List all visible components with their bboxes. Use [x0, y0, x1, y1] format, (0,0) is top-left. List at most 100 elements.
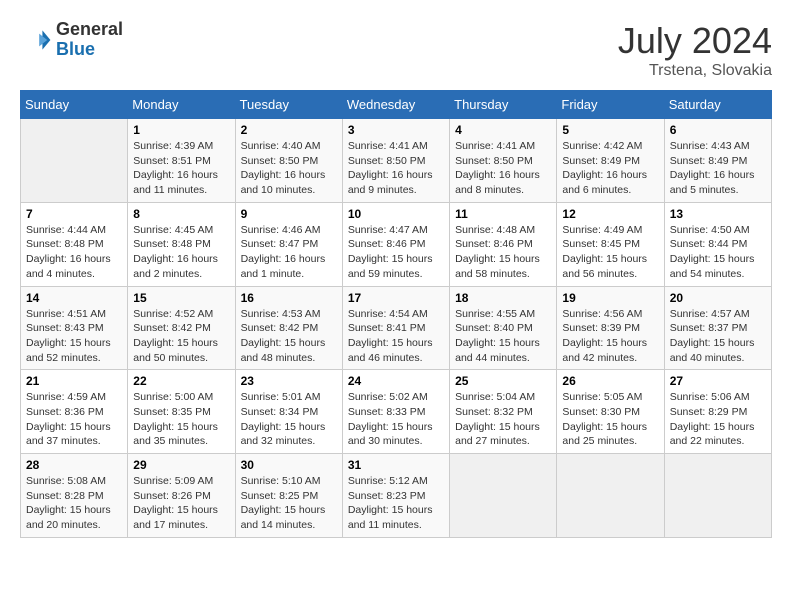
day-number: 14	[26, 291, 122, 305]
calendar-table: SundayMondayTuesdayWednesdayThursdayFrid…	[20, 90, 772, 538]
calendar-day-cell: 9 Sunrise: 4:46 AMSunset: 8:47 PMDaylight…	[235, 202, 342, 286]
day-info: Sunrise: 4:42 AMSunset: 8:49 PMDaylight:…	[562, 139, 658, 198]
day-number: 19	[562, 291, 658, 305]
calendar-day-cell: 22 Sunrise: 5:00 AMSunset: 8:35 PMDayligh…	[128, 370, 235, 454]
day-number: 31	[348, 458, 444, 472]
day-info: Sunrise: 4:45 AMSunset: 8:48 PMDaylight:…	[133, 223, 229, 282]
title-section: July 2024 Trstena, Slovakia	[618, 20, 772, 80]
calendar-day-cell: 2 Sunrise: 4:40 AMSunset: 8:50 PMDaylight…	[235, 119, 342, 203]
day-info: Sunrise: 4:51 AMSunset: 8:43 PMDaylight:…	[26, 307, 122, 366]
day-number: 22	[133, 374, 229, 388]
day-number: 11	[455, 207, 551, 221]
day-info: Sunrise: 5:04 AMSunset: 8:32 PMDaylight:…	[455, 390, 551, 449]
day-info: Sunrise: 4:57 AMSunset: 8:37 PMDaylight:…	[670, 307, 766, 366]
calendar-day-cell: 27 Sunrise: 5:06 AMSunset: 8:29 PMDayligh…	[664, 370, 771, 454]
calendar-day-cell: 25Sunrise: 5:04 AMSunset: 8:32 PMDayligh…	[450, 370, 557, 454]
calendar-day-cell: 13 Sunrise: 4:50 AMSunset: 8:44 PMDayligh…	[664, 202, 771, 286]
calendar-day-cell: 5 Sunrise: 4:42 AMSunset: 8:49 PMDaylight…	[557, 119, 664, 203]
weekday-header-tuesday: Tuesday	[235, 91, 342, 119]
day-number: 23	[241, 374, 337, 388]
day-number: 2	[241, 123, 337, 137]
day-number: 6	[670, 123, 766, 137]
calendar-day-cell: 10Sunrise: 4:47 AMSunset: 8:46 PMDayligh…	[342, 202, 449, 286]
calendar-week-row: 1 Sunrise: 4:39 AMSunset: 8:51 PMDaylight…	[21, 119, 772, 203]
day-info: Sunrise: 4:52 AMSunset: 8:42 PMDaylight:…	[133, 307, 229, 366]
day-info: Sunrise: 5:02 AMSunset: 8:33 PMDaylight:…	[348, 390, 444, 449]
calendar-week-row: 21 Sunrise: 4:59 AMSunset: 8:36 PMDayligh…	[21, 370, 772, 454]
calendar-day-cell: 24 Sunrise: 5:02 AMSunset: 8:33 PMDayligh…	[342, 370, 449, 454]
day-info: Sunrise: 5:00 AMSunset: 8:35 PMDaylight:…	[133, 390, 229, 449]
day-info: Sunrise: 5:06 AMSunset: 8:29 PMDaylight:…	[670, 390, 766, 449]
day-number: 24	[348, 374, 444, 388]
calendar-day-cell: 31Sunrise: 5:12 AMSunset: 8:23 PMDayligh…	[342, 454, 449, 538]
weekday-header-row: SundayMondayTuesdayWednesdayThursdayFrid…	[21, 91, 772, 119]
day-number: 8	[133, 207, 229, 221]
day-number: 21	[26, 374, 122, 388]
day-info: Sunrise: 4:54 AMSunset: 8:41 PMDaylight:…	[348, 307, 444, 366]
calendar-day-cell	[557, 454, 664, 538]
day-number: 29	[133, 458, 229, 472]
calendar-day-cell: 1 Sunrise: 4:39 AMSunset: 8:51 PMDaylight…	[128, 119, 235, 203]
day-number: 27	[670, 374, 766, 388]
calendar-day-cell: 14 Sunrise: 4:51 AMSunset: 8:43 PMDayligh…	[21, 286, 128, 370]
weekday-header-monday: Monday	[128, 91, 235, 119]
calendar-day-cell: 4 Sunrise: 4:41 AMSunset: 8:50 PMDaylight…	[450, 119, 557, 203]
calendar-day-cell	[664, 454, 771, 538]
calendar-day-cell: 6Sunrise: 4:43 AMSunset: 8:49 PMDaylight…	[664, 119, 771, 203]
logo-general: General	[56, 20, 123, 40]
calendar-day-cell: 21 Sunrise: 4:59 AMSunset: 8:36 PMDayligh…	[21, 370, 128, 454]
calendar-day-cell	[21, 119, 128, 203]
location-subtitle: Trstena, Slovakia	[618, 62, 772, 80]
day-info: Sunrise: 5:01 AMSunset: 8:34 PMDaylight:…	[241, 390, 337, 449]
day-number: 10	[348, 207, 444, 221]
weekday-header-saturday: Saturday	[664, 91, 771, 119]
day-info: Sunrise: 5:09 AMSunset: 8:26 PMDaylight:…	[133, 474, 229, 533]
logo-blue: Blue	[56, 40, 123, 60]
calendar-day-cell: 18Sunrise: 4:55 AMSunset: 8:40 PMDayligh…	[450, 286, 557, 370]
logo-icon	[20, 24, 52, 56]
day-info: Sunrise: 4:41 AMSunset: 8:50 PMDaylight:…	[348, 139, 444, 198]
day-number: 30	[241, 458, 337, 472]
day-number: 26	[562, 374, 658, 388]
day-number: 18	[455, 291, 551, 305]
day-info: Sunrise: 4:53 AMSunset: 8:42 PMDaylight:…	[241, 307, 337, 366]
day-number: 4	[455, 123, 551, 137]
calendar-day-cell: 16Sunrise: 4:53 AMSunset: 8:42 PMDayligh…	[235, 286, 342, 370]
day-info: Sunrise: 5:08 AMSunset: 8:28 PMDaylight:…	[26, 474, 122, 533]
day-info: Sunrise: 4:48 AMSunset: 8:46 PMDaylight:…	[455, 223, 551, 282]
day-number: 3	[348, 123, 444, 137]
day-info: Sunrise: 4:40 AMSunset: 8:50 PMDaylight:…	[241, 139, 337, 198]
day-info: Sunrise: 4:44 AMSunset: 8:48 PMDaylight:…	[26, 223, 122, 282]
day-number: 9	[241, 207, 337, 221]
calendar-day-cell: 20Sunrise: 4:57 AMSunset: 8:37 PMDayligh…	[664, 286, 771, 370]
calendar-day-cell: 26 Sunrise: 5:05 AMSunset: 8:30 PMDayligh…	[557, 370, 664, 454]
day-info: Sunrise: 4:50 AMSunset: 8:44 PMDaylight:…	[670, 223, 766, 282]
day-info: Sunrise: 5:10 AMSunset: 8:25 PMDaylight:…	[241, 474, 337, 533]
calendar-day-cell: 15 Sunrise: 4:52 AMSunset: 8:42 PMDayligh…	[128, 286, 235, 370]
day-info: Sunrise: 5:05 AMSunset: 8:30 PMDaylight:…	[562, 390, 658, 449]
day-info: Sunrise: 4:59 AMSunset: 8:36 PMDaylight:…	[26, 390, 122, 449]
page-header: General Blue July 2024 Trstena, Slovakia	[20, 20, 772, 80]
calendar-day-cell: 8 Sunrise: 4:45 AMSunset: 8:48 PMDaylight…	[128, 202, 235, 286]
calendar-day-cell: 17 Sunrise: 4:54 AMSunset: 8:41 PMDayligh…	[342, 286, 449, 370]
day-info: Sunrise: 4:46 AMSunset: 8:47 PMDaylight:…	[241, 223, 337, 282]
weekday-header-thursday: Thursday	[450, 91, 557, 119]
calendar-day-cell	[450, 454, 557, 538]
day-number: 15	[133, 291, 229, 305]
calendar-day-cell: 30 Sunrise: 5:10 AMSunset: 8:25 PMDayligh…	[235, 454, 342, 538]
calendar-week-row: 28 Sunrise: 5:08 AMSunset: 8:28 PMDayligh…	[21, 454, 772, 538]
calendar-day-cell: 29 Sunrise: 5:09 AMSunset: 8:26 PMDayligh…	[128, 454, 235, 538]
day-number: 13	[670, 207, 766, 221]
day-number: 28	[26, 458, 122, 472]
calendar-week-row: 14 Sunrise: 4:51 AMSunset: 8:43 PMDayligh…	[21, 286, 772, 370]
day-info: Sunrise: 4:49 AMSunset: 8:45 PMDaylight:…	[562, 223, 658, 282]
day-number: 5	[562, 123, 658, 137]
weekday-header-friday: Friday	[557, 91, 664, 119]
day-info: Sunrise: 4:56 AMSunset: 8:39 PMDaylight:…	[562, 307, 658, 366]
day-info: Sunrise: 4:39 AMSunset: 8:51 PMDaylight:…	[133, 139, 229, 198]
day-number: 1	[133, 123, 229, 137]
month-year-title: July 2024	[618, 20, 772, 62]
day-number: 17	[348, 291, 444, 305]
weekday-header-sunday: Sunday	[21, 91, 128, 119]
day-info: Sunrise: 4:41 AMSunset: 8:50 PMDaylight:…	[455, 139, 551, 198]
